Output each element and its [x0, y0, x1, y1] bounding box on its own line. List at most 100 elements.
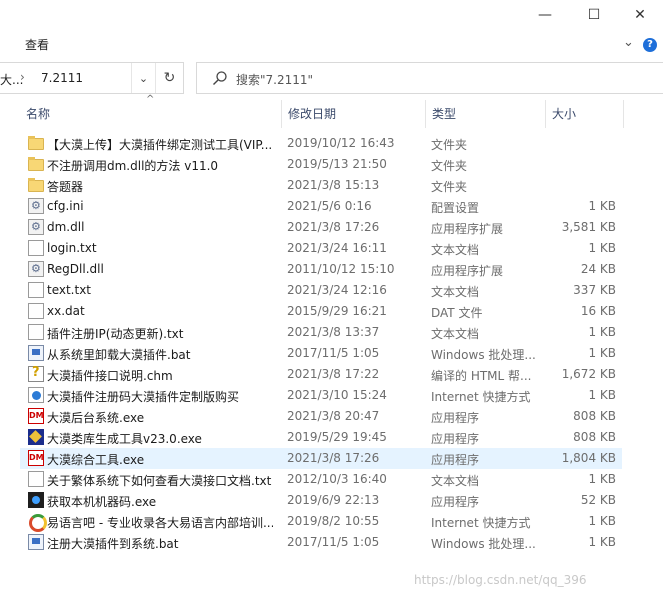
file-modified-date: 2019/10/12 16:43	[287, 136, 395, 150]
file-name: RegDll.dll	[47, 262, 104, 276]
refresh-icon[interactable]: ↻	[155, 63, 183, 93]
file-row[interactable]: 不注册调用dm.dll的方法 v11.0 2019/5/13 21:50 文件夹	[20, 154, 622, 175]
file-row[interactable]: 易语言吧 - 专业收录各大易语言内部培训... 2019/8/2 10:55 Int…	[20, 511, 622, 532]
column-header-type[interactable]: 类型	[425, 100, 545, 128]
file-type: 配置设置	[431, 201, 480, 215]
tab-view[interactable]: 查看	[25, 36, 49, 53]
file-row[interactable]: 大漠插件注册码大漠插件定制版购买 2021/3/10 15:24 Internet …	[20, 385, 622, 406]
file-name: 大漠类库生成工具v23.0.exe	[47, 432, 202, 446]
file-size: 1 KB	[588, 199, 616, 213]
column-header-size[interactable]: 大小	[545, 100, 624, 128]
file-name: 插件注册IP(动态更新).txt	[47, 327, 184, 341]
file-type: Windows 批处理...	[431, 537, 536, 551]
watermark: https://blog.csdn.net/qq_396	[414, 573, 587, 587]
file-size: 1 KB	[588, 472, 616, 486]
file-row[interactable]: 答题器 2021/3/8 15:13 文件夹	[20, 175, 622, 196]
file-row[interactable]: login.txt 2021/3/24 16:11 文本文档 1 KB	[20, 238, 622, 259]
file-size: 3,581 KB	[561, 220, 616, 234]
text-file-icon	[28, 471, 44, 487]
file-modified-date: 2017/11/5 1:05	[287, 535, 380, 549]
breadcrumb-current[interactable]: 7.2111	[41, 71, 83, 85]
file-row[interactable]: 关于繁体系统下如何查看大漠接口文档.txt 2012/10/3 16:40 文本文档…	[20, 469, 622, 490]
file-type: 文本文档	[431, 327, 480, 341]
file-size: 808 KB	[573, 409, 616, 423]
file-modified-date: 2019/5/13 21:50	[287, 157, 387, 171]
file-row[interactable]: 大漠综合工具.exe 2021/3/8 17:26 应用程序 1,804 KB	[20, 448, 622, 469]
file-modified-date: 2015/9/29 16:21	[287, 304, 387, 318]
file-row[interactable]: 从系统里卸载大漠插件.bat 2017/11/5 1:05 Windows 批处理.…	[20, 343, 622, 364]
file-row[interactable]: 获取本机机器码.exe 2019/6/9 22:13 应用程序 52 KB	[20, 490, 622, 511]
file-modified-date: 2021/3/8 15:13	[287, 178, 380, 192]
file-type: 应用程序扩展	[431, 222, 504, 236]
help-icon[interactable]: ?	[643, 38, 657, 52]
settings-file-icon	[28, 198, 44, 214]
file-type: 应用程序	[431, 411, 480, 425]
browser-shortcut-icon	[28, 513, 47, 532]
close-button[interactable]: ✕	[617, 0, 663, 30]
folder-icon	[28, 136, 44, 150]
file-size: 1 KB	[588, 514, 616, 528]
search-icon	[213, 71, 227, 85]
file-type: 文本文档	[431, 243, 480, 257]
file-list: 【大漠上传】大漠插件绑定测试工具(VIP... 2019/10/12 16:43 文…	[20, 133, 622, 553]
file-size: 1 KB	[588, 388, 616, 402]
file-type: 文本文档	[431, 285, 480, 299]
breadcrumb-separator-icon[interactable]: ›	[20, 70, 25, 84]
file-modified-date: 2021/3/8 20:47	[287, 409, 380, 423]
file-row[interactable]: 大漠后台系统.exe 2021/3/8 20:47 应用程序 808 KB	[20, 406, 622, 427]
file-modified-date: 2019/6/9 22:13	[287, 493, 380, 507]
file-type: Internet 快捷方式	[431, 516, 531, 530]
file-modified-date: 2021/3/8 17:22	[287, 367, 380, 381]
minimize-button[interactable]: —	[522, 0, 568, 30]
file-type: Internet 快捷方式	[431, 390, 531, 404]
file-row[interactable]: text.txt 2021/3/24 12:16 文本文档 337 KB	[20, 280, 622, 301]
folder-icon	[28, 157, 44, 171]
file-row[interactable]: 【大漠上传】大漠插件绑定测试工具(VIP... 2019/10/12 16:43 文…	[20, 133, 622, 154]
column-header-date[interactable]: 修改日期	[281, 100, 425, 128]
file-modified-date: 2021/3/8 13:37	[287, 325, 380, 339]
file-name: 答题器	[47, 180, 84, 194]
file-name: 获取本机机器码.exe	[47, 495, 157, 509]
file-name: cfg.ini	[47, 199, 84, 213]
column-headers: ^ 名称 修改日期 类型 大小	[0, 94, 630, 128]
address-history-chevron-icon[interactable]: ⌄	[131, 63, 155, 93]
file-row[interactable]: cfg.ini 2021/5/6 0:16 配置设置 1 KB	[20, 196, 622, 217]
file-name: 不注册调用dm.dll的方法 v11.0	[47, 159, 219, 173]
batch-file-icon	[28, 534, 44, 550]
dm-app-icon	[28, 408, 44, 424]
file-size: 1 KB	[588, 346, 616, 360]
file-modified-date: 2021/3/24 16:11	[287, 241, 387, 255]
file-name: login.txt	[47, 241, 97, 255]
ribbon-tabs: 查看 ⌄ ?	[0, 30, 663, 58]
dll-file-icon	[28, 261, 44, 277]
file-name: 易语言吧 - 专业收录各大易语言内部培训...	[47, 516, 273, 530]
file-modified-date: 2021/3/24 12:16	[287, 283, 387, 297]
file-name: 关于繁体系统下如何查看大漠接口文档.txt	[47, 474, 272, 488]
folder-icon	[28, 178, 44, 192]
internet-shortcut-icon	[28, 387, 44, 403]
file-modified-date: 2021/5/6 0:16	[287, 199, 372, 213]
file-row[interactable]: xx.dat 2015/9/29 16:21 DAT 文件 16 KB	[20, 301, 622, 322]
file-row[interactable]: 插件注册IP(动态更新).txt 2021/3/8 13:37 文本文档 1 KB	[20, 322, 622, 343]
expand-ribbon-chevron-icon[interactable]: ⌄	[623, 35, 634, 50]
file-type: 编译的 HTML 帮...	[431, 369, 532, 383]
file-row[interactable]: RegDll.dll 2011/10/12 15:10 应用程序扩展 24 KB	[20, 259, 622, 280]
file-row[interactable]: 注册大漠插件到系统.bat 2017/11/5 1:05 Windows 批处理..…	[20, 532, 622, 553]
column-header-name[interactable]: 名称	[20, 100, 281, 128]
file-name: 大漠插件接口说明.chm	[47, 369, 173, 383]
search-input[interactable]: 搜索"7.2111"	[196, 62, 663, 94]
file-type: 文件夹	[431, 138, 468, 152]
file-row[interactable]: dm.dll 2021/3/8 17:26 应用程序扩展 3,581 KB	[20, 217, 622, 238]
title-bar: — ☐ ✕	[0, 0, 663, 30]
file-row[interactable]: 大漠插件接口说明.chm 2021/3/8 17:22 编译的 HTML 帮... 1…	[20, 364, 622, 385]
file-type: 文件夹	[431, 159, 468, 173]
search-placeholder: 搜索"7.2111"	[236, 73, 314, 87]
blank-file-icon	[28, 303, 44, 319]
address-bar[interactable]: 大... › 7.2111 ⌄ ↻	[0, 62, 184, 94]
file-type: 应用程序扩展	[431, 264, 504, 278]
file-name: 大漠插件注册码大漠插件定制版购买	[47, 390, 240, 404]
help-file-icon	[28, 365, 44, 382]
file-size: 16 KB	[580, 304, 616, 318]
maximize-button[interactable]: ☐	[571, 0, 617, 30]
file-row[interactable]: 大漠类库生成工具v23.0.exe 2019/5/29 19:45 应用程序 808 …	[20, 427, 622, 448]
